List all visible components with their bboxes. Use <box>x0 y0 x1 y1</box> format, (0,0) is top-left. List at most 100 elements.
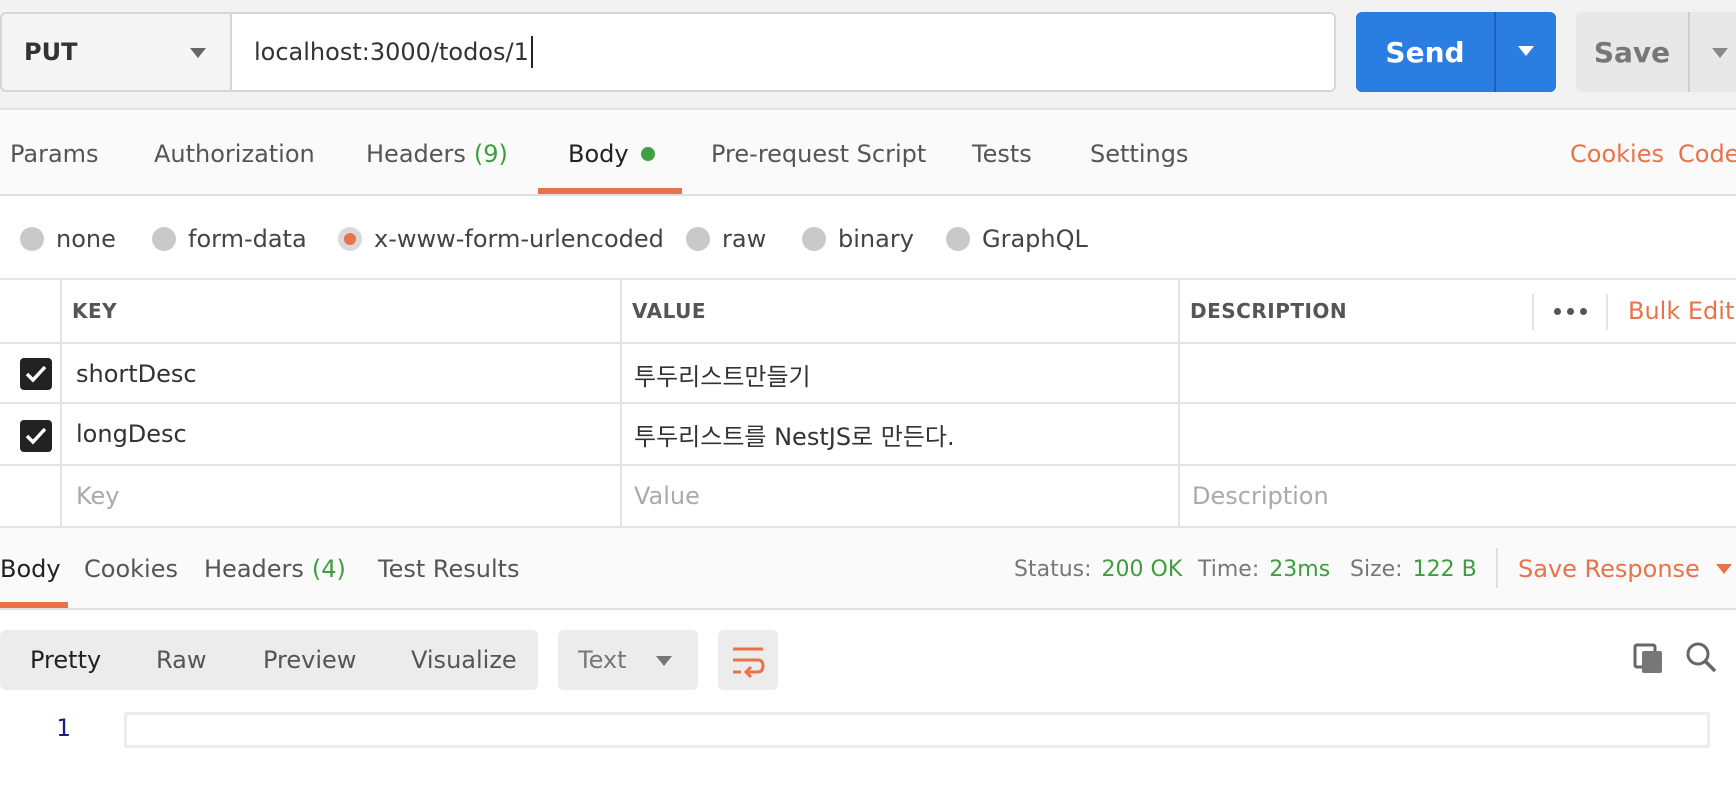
tab-tests[interactable]: Tests <box>972 112 1032 196</box>
radio-graphql[interactable]: GraphQL <box>946 198 1088 280</box>
code-line[interactable] <box>124 712 1710 748</box>
url-text: localhost:3000/todos/1 <box>254 38 529 66</box>
save-button[interactable]: Save <box>1576 12 1688 92</box>
header-divider <box>1606 294 1608 330</box>
status-label: Status: <box>1014 556 1092 582</box>
params-table: KEY VALUE DESCRIPTION Bulk Edit shortDes… <box>0 280 1736 528</box>
format-pretty[interactable]: Pretty <box>30 630 101 690</box>
row-checkbox[interactable] <box>20 420 52 452</box>
status-readout: Status: 200 OK <box>1014 528 1182 610</box>
tab-label: Body <box>568 140 629 168</box>
language-label: Text <box>578 646 627 674</box>
new-key-input[interactable]: Key <box>76 466 120 526</box>
response-tab-cookies[interactable]: Cookies <box>84 528 178 610</box>
tab-settings[interactable]: Settings <box>1090 112 1188 196</box>
column-divider <box>1178 280 1180 528</box>
checkmark-icon <box>25 365 47 383</box>
tab-authorization[interactable]: Authorization <box>154 112 315 196</box>
format-visualize[interactable]: Visualize <box>411 630 517 690</box>
radio-icon <box>152 227 176 251</box>
row-checkbox[interactable] <box>20 358 52 390</box>
radio-icon <box>20 227 44 251</box>
send-button[interactable]: Send <box>1356 12 1494 92</box>
copy-icon[interactable] <box>1632 642 1666 676</box>
param-key-cell[interactable]: longDesc <box>76 404 187 464</box>
save-divider <box>1688 12 1690 92</box>
radio-label: raw <box>722 225 767 253</box>
wrap-lines-button[interactable] <box>718 630 778 690</box>
radio-binary[interactable]: binary <box>802 198 914 280</box>
cookies-link[interactable]: Cookies <box>1570 112 1664 196</box>
send-options-button[interactable] <box>1496 12 1556 92</box>
radio-label: GraphQL <box>982 225 1088 253</box>
chevron-down-icon <box>1715 564 1732 574</box>
wrap-lines-icon <box>733 647 765 678</box>
tab-label: Pre-request Script <box>711 140 927 168</box>
new-value-input[interactable]: Value <box>634 466 700 526</box>
method-label: PUT <box>24 38 78 66</box>
time-readout: Time: 23ms <box>1198 528 1330 610</box>
tab-label: Headers <box>204 555 304 583</box>
save-response-button[interactable]: Save Response <box>1518 528 1732 610</box>
tab-label: Headers <box>366 140 466 168</box>
column-divider <box>620 280 622 528</box>
radio-icon <box>946 227 970 251</box>
bulk-edit-link[interactable]: Bulk Edit <box>1628 280 1734 342</box>
radio-raw[interactable]: raw <box>686 198 766 280</box>
request-bar: PUT localhost:3000/todos/1 Send Save <box>0 0 1736 110</box>
method-select[interactable]: PUT <box>0 12 232 92</box>
body-type-selector: none form-data x-www-form-urlencoded raw… <box>0 198 1736 280</box>
radio-label: none <box>56 225 116 253</box>
url-input[interactable]: localhost:3000/todos/1 <box>230 12 1336 92</box>
tab-label: Settings <box>1090 140 1189 168</box>
radio-label: binary <box>838 225 914 253</box>
radio-x-www-form-urlencoded[interactable]: x-www-form-urlencoded <box>338 198 664 280</box>
radio-form-data[interactable]: form-data <box>152 198 307 280</box>
header-divider <box>1532 294 1534 330</box>
save-options-chevron-icon[interactable] <box>1712 48 1728 58</box>
tab-headers[interactable]: Headers (9) <box>366 112 508 196</box>
radio-icon <box>686 227 710 251</box>
language-select[interactable]: Text <box>558 630 698 690</box>
chevron-down-icon <box>656 656 672 666</box>
send-button-group: Send <box>1356 12 1556 92</box>
response-tabs: Body Cookies Headers (4) Test Results Sta… <box>0 528 1736 610</box>
headers-count-badge: (4) <box>311 555 346 583</box>
format-raw[interactable]: Raw <box>156 630 206 690</box>
size-value: 122 B <box>1412 556 1477 582</box>
response-tab-body[interactable]: Body <box>0 528 61 610</box>
param-value-cell[interactable]: 투두리스트만들기 <box>634 344 811 404</box>
response-body-editor[interactable]: 1 <box>0 708 1736 788</box>
code-link[interactable]: Code <box>1678 112 1736 196</box>
param-value-cell[interactable]: 투두리스트를 NestJS로 만든다. <box>634 404 955 464</box>
meta-divider <box>1496 548 1498 588</box>
more-options-icon[interactable] <box>1554 296 1590 326</box>
save-button-group: Save <box>1576 12 1736 92</box>
radio-selected-icon <box>338 227 362 251</box>
headers-count-badge: (9) <box>473 140 508 168</box>
param-key-cell[interactable]: shortDesc <box>76 344 197 404</box>
response-toolbar: Pretty Raw Preview Visualize Text <box>0 612 1736 708</box>
body-active-dot-icon <box>640 147 655 161</box>
tab-label: Tests <box>972 140 1032 168</box>
response-tab-test-results[interactable]: Test Results <box>378 528 520 610</box>
time-value: 23ms <box>1269 556 1331 582</box>
new-description-input[interactable]: Description <box>1192 466 1329 526</box>
radio-none[interactable]: none <box>20 198 116 280</box>
chevron-down-icon <box>190 48 206 58</box>
column-divider <box>60 280 62 528</box>
time-label: Time: <box>1198 556 1260 582</box>
table-divider <box>0 464 1736 466</box>
tab-body[interactable]: Body <box>568 112 655 196</box>
format-preview[interactable]: Preview <box>263 630 356 690</box>
format-tabs: Pretty Raw Preview Visualize <box>0 630 538 690</box>
column-header-key: KEY <box>72 299 118 323</box>
search-icon[interactable] <box>1684 640 1718 674</box>
radio-label: form-data <box>188 225 307 253</box>
text-cursor <box>530 36 533 68</box>
tab-pre-request-script[interactable]: Pre-request Script <box>711 112 926 196</box>
response-tab-headers[interactable]: Headers (4) <box>204 528 346 610</box>
tab-params[interactable]: Params <box>10 112 99 196</box>
column-header-value: VALUE <box>632 299 707 323</box>
line-number: 1 <box>56 714 71 742</box>
